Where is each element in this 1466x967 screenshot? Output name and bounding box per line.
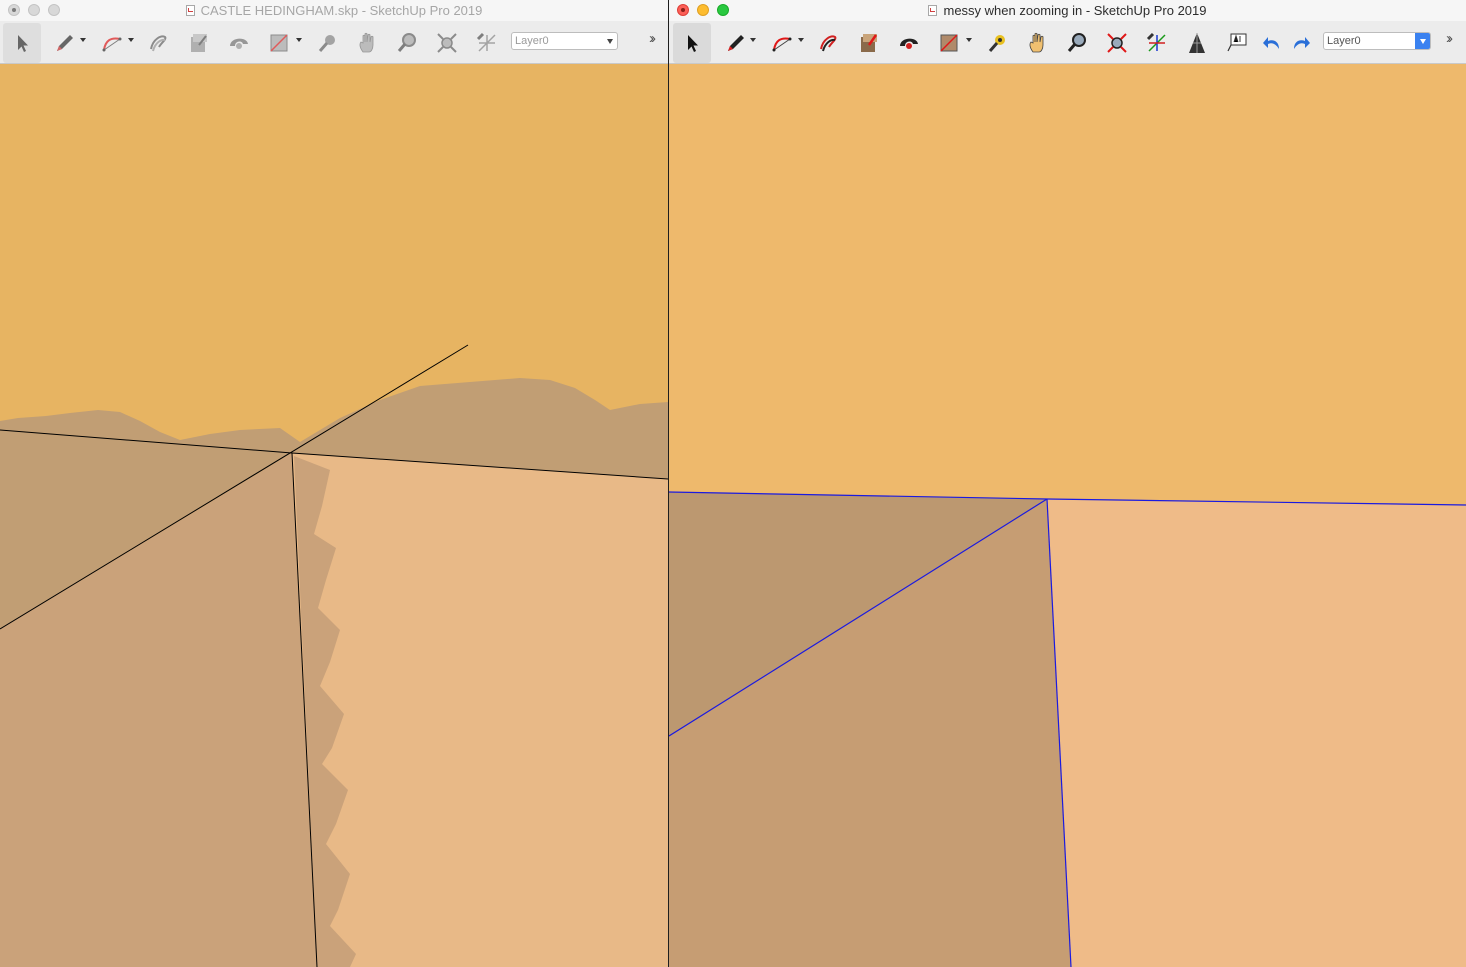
zoom-extents-icon (1107, 33, 1127, 53)
document-icon (185, 5, 195, 16)
axes-icon (476, 32, 496, 52)
window-title-label: messy when zooming in - SketchUp Pro 201… (943, 3, 1207, 18)
zoom-extents-icon (437, 33, 457, 53)
window-title: CASTLE HEDINGHAM.skp - SketchUp Pro 2019 (0, 3, 668, 18)
rectangle-tool-button[interactable] (264, 28, 294, 58)
rectangle-tool-button[interactable] (934, 28, 964, 58)
toolbar-overflow-icon[interactable]: ›› (649, 30, 656, 47)
pencil-tool-button[interactable] (50, 28, 80, 58)
undo-icon (1263, 37, 1279, 49)
freehand-tool-button[interactable] (144, 28, 174, 58)
select-icon (18, 35, 28, 52)
rectangle-dropdown-caret[interactable] (966, 38, 972, 42)
redo-button[interactable] (1287, 28, 1313, 58)
tape-measure-tool-button[interactable] (982, 28, 1012, 58)
arc-tool-button[interactable] (97, 28, 127, 58)
axes-tool-button[interactable] (472, 28, 502, 58)
rectangle-icon (940, 34, 958, 52)
document-icon (928, 5, 938, 16)
zoom-tool-button[interactable] (1062, 28, 1092, 58)
pushpull-tool-button[interactable] (184, 28, 214, 58)
followme-icon (230, 38, 248, 49)
chevron-down-icon (602, 33, 617, 49)
chevron-down-icon (1415, 33, 1430, 49)
pushpull-icon (191, 34, 207, 52)
pan-tool-button[interactable] (352, 28, 382, 58)
drawing-viewport[interactable] (0, 64, 668, 967)
toolbar-overflow-icon[interactable]: ›› (1446, 30, 1453, 47)
followme-icon (900, 38, 918, 49)
pushpull-icon (861, 34, 878, 52)
undo-button[interactable] (1260, 28, 1286, 58)
axes-icon (1146, 32, 1166, 52)
layer-select[interactable]: Layer0 (511, 32, 618, 50)
rectangle-icon (270, 34, 288, 52)
arc-icon (102, 37, 122, 52)
pencil-icon (57, 35, 73, 51)
arc-tool-button[interactable] (767, 28, 797, 58)
pan-icon (359, 32, 374, 53)
pan-tool-button[interactable] (1022, 28, 1052, 58)
select-tool-button[interactable] (673, 23, 711, 63)
freehand-tool-button[interactable] (814, 28, 844, 58)
axes-tool-button[interactable] (1142, 28, 1172, 58)
drawing-viewport[interactable] (669, 64, 1466, 967)
rectangle-dropdown-caret[interactable] (296, 38, 302, 42)
tape-measure-icon (318, 35, 335, 52)
layer-select[interactable]: Layer0 (1323, 32, 1431, 50)
followme-tool-button[interactable] (894, 28, 924, 58)
perspective-icon (1189, 33, 1205, 53)
toolbar: Layer0 ›› (0, 21, 668, 64)
tape-measure-icon (988, 35, 1005, 52)
pencil-icon (728, 35, 744, 51)
wall-face-right (292, 453, 668, 967)
title-bar[interactable]: CASTLE HEDINGHAM.skp - SketchUp Pro 2019 (0, 0, 668, 21)
wall-face-right (1047, 499, 1466, 967)
sketchup-window-left[interactable]: CASTLE HEDINGHAM.skp - SketchUp Pro 2019 (0, 0, 668, 967)
layer-select-value: Layer0 (1327, 35, 1361, 47)
arc-dropdown-caret[interactable] (798, 38, 804, 42)
window-title: messy when zooming in - SketchUp Pro 201… (669, 3, 1466, 18)
zoom-extents-tool-button[interactable] (1102, 28, 1132, 58)
select-tool-button[interactable] (3, 23, 41, 63)
sketchup-window-right[interactable]: messy when zooming in - SketchUp Pro 201… (669, 0, 1466, 967)
layer-select-value: Layer0 (515, 35, 549, 47)
pushpull-tool-button[interactable] (854, 28, 884, 58)
pencil-dropdown-caret[interactable] (80, 38, 86, 42)
text-icon (1227, 33, 1247, 52)
pan-icon (1029, 32, 1044, 53)
pencil-dropdown-caret[interactable] (750, 38, 756, 42)
zoom-icon (1067, 33, 1086, 52)
title-bar[interactable]: messy when zooming in - SketchUp Pro 201… (669, 0, 1466, 21)
text-tool-button[interactable] (1222, 28, 1252, 58)
zoom-tool-button[interactable] (392, 28, 422, 58)
arc-dropdown-caret[interactable] (128, 38, 134, 42)
model-canvas[interactable] (0, 64, 668, 967)
redo-icon (1294, 37, 1310, 49)
zoom-icon (397, 33, 416, 52)
model-canvas[interactable] (669, 64, 1466, 967)
tape-measure-tool-button[interactable] (312, 28, 342, 58)
window-title-label: CASTLE HEDINGHAM.skp - SketchUp Pro 2019 (200, 3, 483, 18)
toolbar: Layer0 ›› (669, 21, 1466, 64)
freehand-icon (150, 35, 167, 52)
select-icon (688, 35, 698, 52)
perspective-tool-button[interactable] (1182, 28, 1212, 58)
zoom-extents-tool-button[interactable] (432, 28, 462, 58)
arc-icon (772, 37, 792, 52)
followme-tool-button[interactable] (224, 28, 254, 58)
freehand-icon (820, 35, 837, 52)
pencil-tool-button[interactable] (721, 28, 751, 58)
